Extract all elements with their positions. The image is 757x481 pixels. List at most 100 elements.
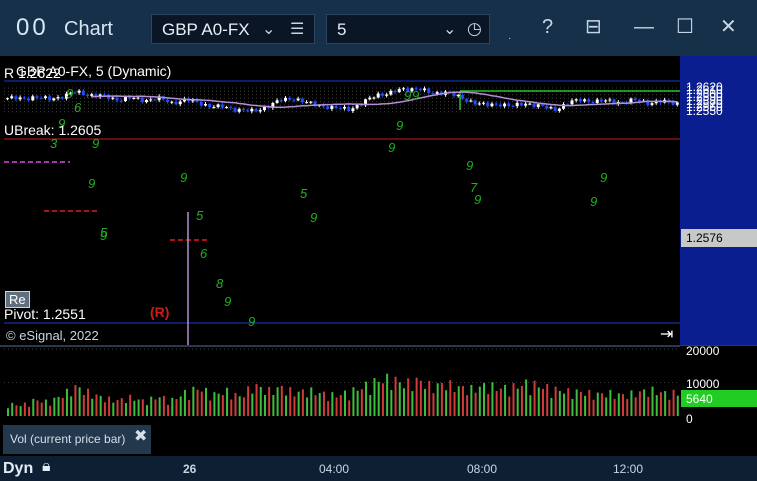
- volume-bar: [112, 402, 115, 416]
- bar-body: [482, 102, 486, 104]
- bar-body: [6, 98, 9, 100]
- bar-body: [532, 103, 536, 108]
- volume-bar: [335, 397, 338, 416]
- volume-bar: [36, 400, 39, 416]
- close-icon[interactable]: ✖: [134, 426, 147, 446]
- bar-body: [145, 100, 149, 103]
- volume-bar: [129, 394, 132, 416]
- bar-body: [39, 97, 43, 99]
- ubreak-label: UBreak: 1.2605: [4, 122, 102, 138]
- volume-bar: [453, 391, 456, 416]
- volume-bar: [499, 388, 502, 416]
- bar-body: [166, 99, 170, 103]
- bar-body: [170, 101, 174, 103]
- volume-bar: [310, 387, 313, 416]
- volume-bars: [7, 373, 679, 416]
- volume-bar: [74, 385, 77, 416]
- volume-bar: [280, 385, 283, 416]
- time-axis[interactable]: [0, 456, 757, 481]
- volume-bar: [537, 387, 540, 416]
- bar-body: [376, 93, 380, 98]
- volume-bar: [529, 395, 532, 416]
- bar-body: [372, 97, 376, 99]
- volume-bar: [268, 386, 271, 416]
- bar-body: [528, 103, 532, 105]
- volume-bar: [546, 383, 549, 416]
- volume-bar: [407, 378, 410, 416]
- bar-body: [435, 92, 439, 94]
- pivot-label: Pivot: 1.2551: [4, 306, 86, 322]
- volume-bar: [381, 383, 384, 416]
- bar-body: [595, 99, 599, 103]
- bar-body: [536, 104, 540, 108]
- volume-bar: [584, 395, 587, 416]
- volume-bar: [65, 388, 68, 416]
- volume-bar: [57, 396, 60, 416]
- bar-body: [511, 105, 515, 107]
- bar-body: [465, 98, 469, 102]
- bar-body: [27, 98, 31, 101]
- volume-bar: [622, 394, 625, 416]
- volume-bar: [655, 395, 658, 416]
- volume-bar: [664, 391, 667, 416]
- volume-bar: [436, 383, 439, 416]
- volume-bar: [466, 395, 469, 416]
- seq-count: 9: [388, 140, 395, 155]
- bar-body: [507, 103, 511, 106]
- volume-bar: [301, 389, 304, 416]
- bar-body: [22, 97, 26, 99]
- volume-bar: [478, 386, 481, 416]
- volume-bar: [327, 401, 330, 416]
- volume-bar: [398, 382, 401, 416]
- bar-body: [519, 102, 523, 106]
- bar-body: [330, 105, 334, 110]
- bar-body: [241, 109, 245, 111]
- bar-body: [77, 90, 81, 93]
- bar-body: [153, 99, 157, 101]
- volume-bar: [99, 395, 102, 416]
- seq-count: 3: [50, 136, 58, 151]
- volume-bar: [672, 389, 675, 416]
- lock-icon[interactable]: 🔒︎: [42, 458, 51, 476]
- bar-body: [178, 101, 182, 105]
- volume-bar: [554, 386, 557, 416]
- volume-bar: [390, 389, 393, 416]
- dyn-label[interactable]: Dyn: [3, 460, 33, 478]
- bar-body: [587, 99, 591, 102]
- volume-bar: [238, 396, 241, 416]
- seq-count: 9: [590, 194, 597, 209]
- volume-bar: [19, 406, 22, 416]
- bar-body: [220, 104, 224, 108]
- volume-bar: [676, 395, 679, 416]
- volume-bar: [360, 389, 363, 416]
- volume-bar: [592, 399, 595, 416]
- seq-count: 9: [66, 86, 73, 101]
- bar-body: [385, 94, 389, 96]
- copyright-label: © eSignal, 2022: [6, 328, 99, 343]
- volume-bar: [668, 399, 671, 416]
- volume-bar: [626, 399, 629, 416]
- sequential-counts: 993699995689959999 9979959: [50, 86, 607, 329]
- volume-bar: [116, 400, 119, 416]
- volume-bar: [103, 402, 106, 416]
- volume-bar: [638, 391, 641, 416]
- bar-body: [136, 97, 140, 99]
- bar-body: [123, 96, 127, 102]
- volume-bar: [188, 400, 191, 416]
- bar-body: [300, 98, 304, 103]
- bar-body: [35, 96, 39, 98]
- bar-body: [574, 99, 578, 101]
- skip-to-end-icon[interactable]: ⇥: [660, 324, 673, 344]
- volume-bar: [221, 395, 224, 416]
- volume-bar: [276, 387, 279, 416]
- seq-count: 9: [600, 170, 607, 185]
- bar-body: [258, 110, 262, 112]
- bar-body: [549, 107, 553, 109]
- volume-bar: [491, 382, 494, 416]
- volume-bar: [541, 388, 544, 416]
- volume-bar: [369, 394, 372, 416]
- seq-count: 9: [466, 158, 473, 173]
- bar-body: [503, 103, 507, 107]
- volume-bar: [183, 389, 186, 416]
- volume-bar: [588, 389, 591, 416]
